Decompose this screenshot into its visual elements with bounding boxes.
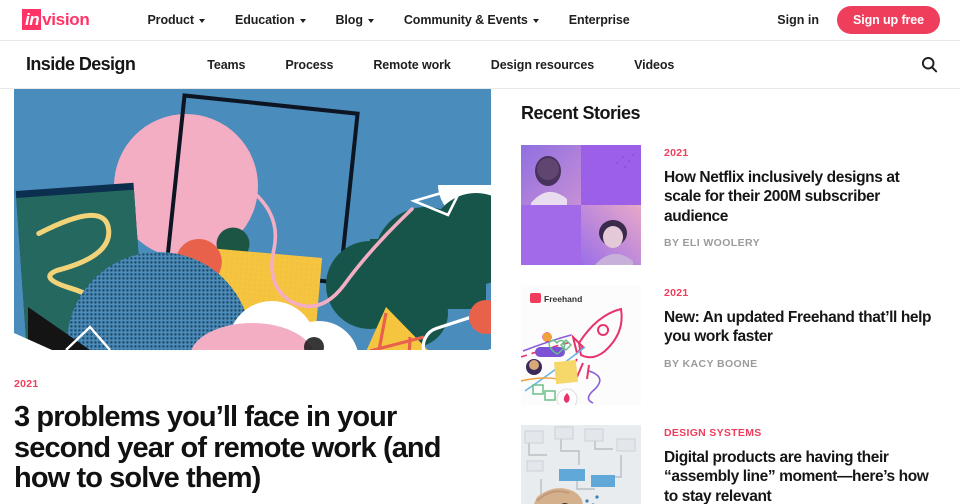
featured-article-image[interactable] bbox=[14, 89, 491, 350]
list-item[interactable]: DESIGN SYSTEMS Digital products are havi… bbox=[521, 425, 940, 504]
nav-item-community-events-label: Community & Events bbox=[403, 13, 528, 27]
primary-nav-actions: Sign in Sign up free bbox=[777, 6, 940, 34]
secondary-nav-links: Teams Process Remote work Design resourc… bbox=[207, 58, 674, 72]
story-body: 2021 How Netflix inclusively designs at … bbox=[664, 145, 940, 265]
nav-item-blog[interactable]: Blog bbox=[336, 13, 374, 27]
recent-stories-heading: Recent Stories bbox=[521, 103, 641, 123]
story-thumbnail-design-systems[interactable] bbox=[521, 425, 641, 504]
story-author: BY ELI WOOLERY bbox=[664, 237, 761, 250]
story-body: 2021 New: An updated Freehand that’ll he… bbox=[664, 285, 940, 405]
list-item[interactable]: 2021 How Netflix inclusively designs at … bbox=[521, 145, 940, 265]
subnav-item-remote-work[interactable]: Remote work bbox=[373, 58, 451, 72]
svg-text:Freehand: Freehand bbox=[544, 294, 582, 304]
inside-design-brand[interactable]: Inside Design bbox=[26, 54, 136, 75]
subnav-item-design-resources[interactable]: Design resources bbox=[491, 58, 594, 72]
list-item[interactable]: Freehand 2021 New: An updated Freehand t… bbox=[521, 285, 940, 405]
story-thumbnail-netflix[interactable] bbox=[521, 145, 641, 265]
nav-item-product-label: Product bbox=[147, 13, 194, 27]
logo-wordmark: vision bbox=[42, 10, 90, 29]
secondary-navbar: Inside Design Teams Process Remote work … bbox=[0, 41, 960, 89]
featured-article-title[interactable]: 3 problems you’ll face in your second ye… bbox=[14, 402, 491, 494]
sign-in-link[interactable]: Sign in bbox=[777, 13, 819, 27]
story-title[interactable]: How Netflix inclusively designs at scale… bbox=[664, 168, 940, 226]
story-category[interactable]: 2021 bbox=[664, 147, 940, 159]
nav-item-product[interactable]: Product bbox=[147, 13, 205, 27]
main-content: 2021 3 problems you’ll face in your seco… bbox=[0, 89, 960, 504]
story-category[interactable]: DESIGN SYSTEMS bbox=[664, 427, 940, 439]
story-title[interactable]: Digital products are having their “assem… bbox=[664, 448, 940, 504]
featured-article-category[interactable]: 2021 bbox=[14, 378, 491, 390]
subnav-item-process[interactable]: Process bbox=[285, 58, 333, 72]
story-thumbnail-freehand[interactable]: Freehand bbox=[521, 285, 641, 405]
story-author: BY KACY BOONE bbox=[664, 357, 758, 370]
subnav-item-teams[interactable]: Teams bbox=[207, 58, 245, 72]
subnav-item-videos[interactable]: Videos bbox=[634, 58, 674, 72]
nav-item-education[interactable]: Education bbox=[235, 13, 306, 27]
story-body: DESIGN SYSTEMS Digital products are havi… bbox=[664, 425, 940, 504]
primary-nav-links: Product Education Blog Community & Event… bbox=[147, 13, 629, 27]
nav-item-blog-label: Blog bbox=[335, 13, 363, 27]
primary-navbar: in vision Product Education Blog Communit… bbox=[0, 0, 960, 41]
nav-item-enterprise[interactable]: Enterprise bbox=[569, 13, 630, 27]
recent-stories-panel: Recent Stories 2021 How Netflix inclusiv… bbox=[521, 89, 940, 504]
chevron-down-icon bbox=[367, 19, 374, 23]
search-icon[interactable] bbox=[918, 54, 940, 76]
nav-item-enterprise-label: Enterprise bbox=[568, 13, 630, 27]
invision-logo[interactable]: in vision bbox=[22, 9, 90, 31]
featured-article: 2021 3 problems you’ll face in your seco… bbox=[14, 89, 491, 504]
chevron-down-icon bbox=[532, 19, 539, 23]
nav-item-education-label: Education bbox=[234, 13, 295, 27]
logo-mark: in bbox=[22, 9, 42, 30]
nav-item-community-events[interactable]: Community & Events bbox=[404, 13, 539, 27]
chevron-down-icon bbox=[198, 19, 205, 23]
story-title[interactable]: New: An updated Freehand that’ll help yo… bbox=[664, 308, 940, 347]
story-category[interactable]: 2021 bbox=[664, 287, 940, 299]
chevron-down-icon bbox=[299, 19, 306, 23]
sign-up-free-button[interactable]: Sign up free bbox=[836, 6, 940, 34]
